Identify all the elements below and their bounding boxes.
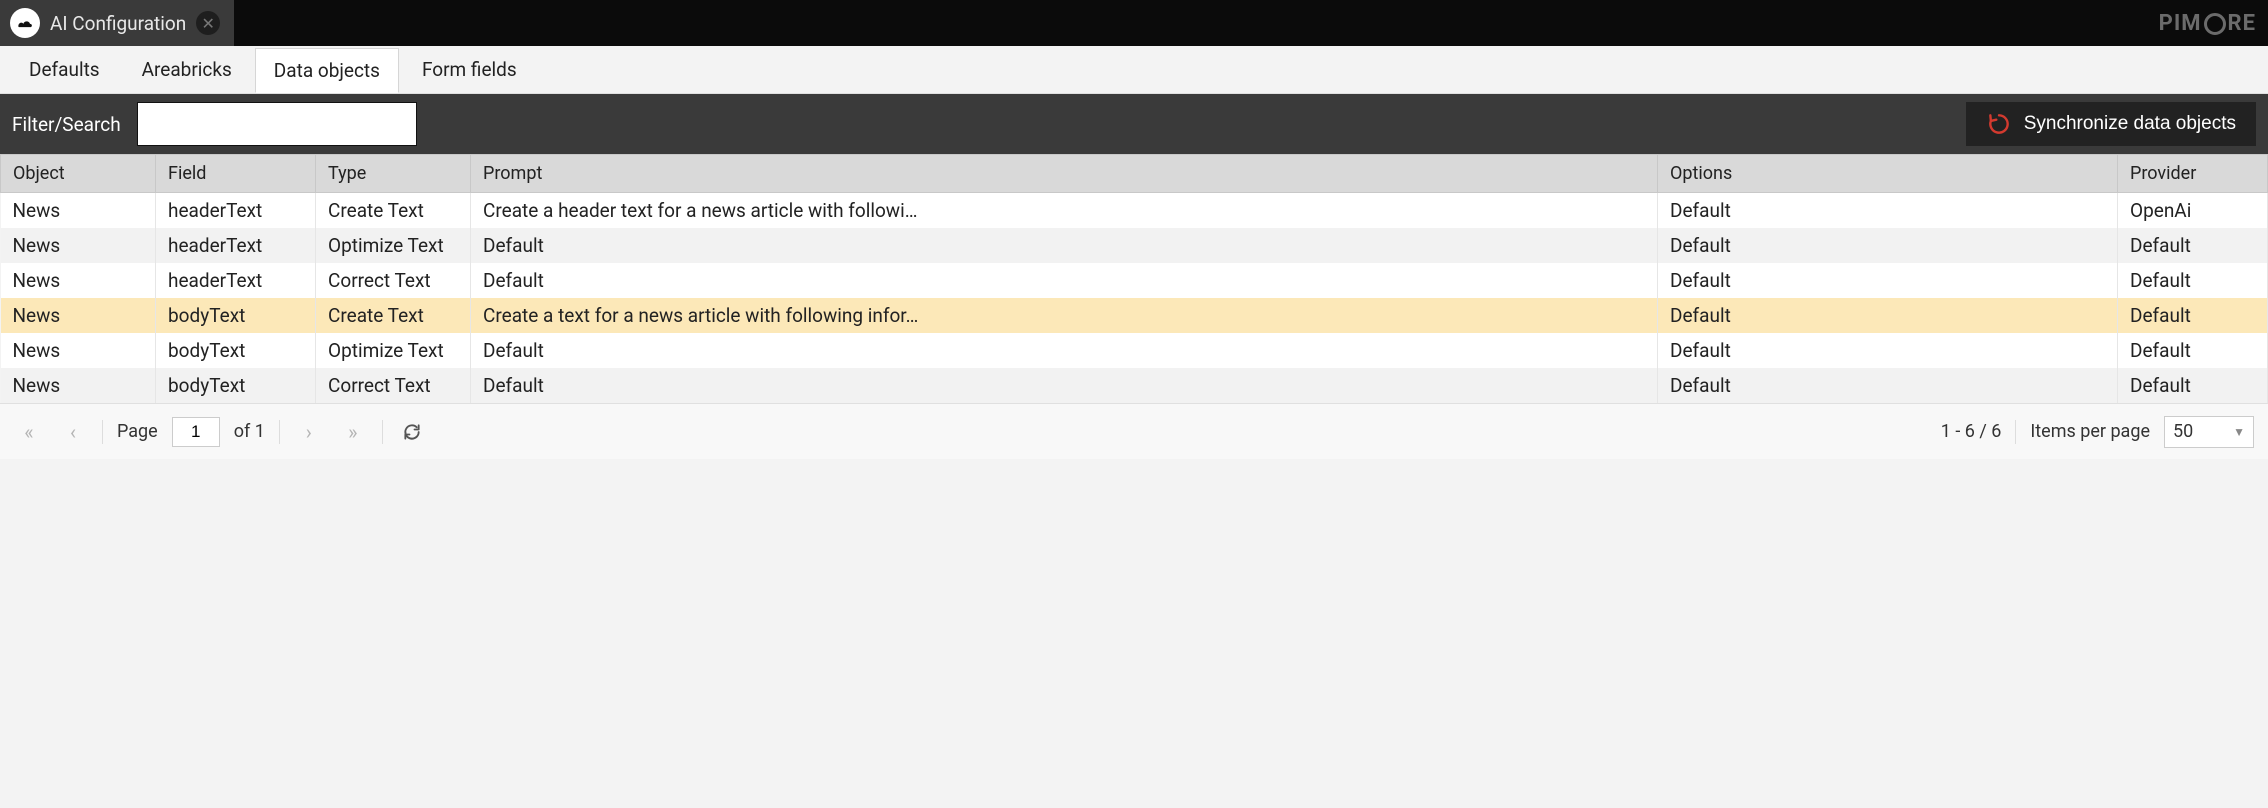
toolbar: Filter/Search Synchronize data objects (0, 94, 2268, 154)
cell-provider: Default (2118, 333, 2268, 368)
cell-object: News (1, 193, 156, 229)
cell-object: News (1, 298, 156, 333)
cell-type: Optimize Text (316, 228, 471, 263)
column-header-field[interactable]: Field (156, 155, 316, 193)
range-label: 1 - 6 / 6 (1941, 421, 2002, 442)
cell-prompt: Default (471, 368, 1658, 403)
synchronize-button[interactable]: Synchronize data objects (1966, 102, 2256, 146)
cell-type: Correct Text (316, 263, 471, 298)
page-of-label: of 1 (234, 421, 265, 442)
window-tab-title: AI Configuration (50, 12, 186, 35)
cell-field: bodyText (156, 368, 316, 403)
window-tab-ai-configuration[interactable]: AI Configuration ✕ (0, 0, 234, 46)
cell-prompt: Create a header text for a news article … (471, 193, 1658, 229)
cell-provider: OpenAi (2118, 193, 2268, 229)
app-icon (10, 8, 40, 38)
paging-bar: « ‹ Page of 1 › » 1 - 6 / 6 Items per pa… (0, 403, 2268, 459)
next-page-button[interactable]: › (294, 417, 324, 447)
items-per-page-select[interactable]: 50 ▼ (2164, 416, 2254, 448)
cell-object: News (1, 263, 156, 298)
prev-page-button[interactable]: ‹ (58, 417, 88, 447)
separator (382, 420, 383, 444)
items-per-page-label: Items per page (2030, 421, 2150, 442)
cell-options: Default (1658, 263, 2118, 298)
cell-prompt: Create a text for a news article with fo… (471, 298, 1658, 333)
cell-field: headerText (156, 263, 316, 298)
cell-field: headerText (156, 193, 316, 229)
table-row[interactable]: NewsbodyTextOptimize TextDefaultDefaultD… (1, 333, 2268, 368)
table-row[interactable]: NewsheaderTextCreate TextCreate a header… (1, 193, 2268, 229)
separator (279, 420, 280, 444)
table-row[interactable]: NewsheaderTextCorrect TextDefaultDefault… (1, 263, 2268, 298)
cell-object: News (1, 368, 156, 403)
cell-options: Default (1658, 298, 2118, 333)
separator (102, 420, 103, 444)
separator (2015, 420, 2016, 444)
cell-options: Default (1658, 193, 2118, 229)
cell-field: bodyText (156, 333, 316, 368)
cell-type: Create Text (316, 193, 471, 229)
cell-type: Optimize Text (316, 333, 471, 368)
column-header-prompt[interactable]: Prompt (471, 155, 1658, 193)
cell-provider: Default (2118, 228, 2268, 263)
cell-prompt: Default (471, 333, 1658, 368)
cell-field: bodyText (156, 298, 316, 333)
column-header-type[interactable]: Type (316, 155, 471, 193)
last-page-button[interactable]: » (338, 417, 368, 447)
cell-type: Create Text (316, 298, 471, 333)
table-header-row: ObjectFieldTypePromptOptionsProvider (1, 155, 2268, 193)
cell-prompt: Default (471, 263, 1658, 298)
column-header-object[interactable]: Object (1, 155, 156, 193)
cell-options: Default (1658, 228, 2118, 263)
table-row[interactable]: NewsbodyTextCreate TextCreate a text for… (1, 298, 2268, 333)
tab-defaults[interactable]: Defaults (10, 47, 119, 92)
cell-provider: Default (2118, 298, 2268, 333)
cell-provider: Default (2118, 368, 2268, 403)
cell-provider: Default (2118, 263, 2268, 298)
window-tabs: AI Configuration ✕ (0, 0, 234, 46)
data-table: ObjectFieldTypePromptOptionsProvider New… (0, 154, 2268, 403)
items-per-page-value: 50 (2173, 421, 2193, 442)
brand-o-icon (2204, 13, 2226, 35)
brand-text-suffix: RE (2228, 11, 2256, 36)
chevron-down-icon: ▼ (2233, 425, 2245, 439)
first-page-button[interactable]: « (14, 417, 44, 447)
table-row[interactable]: NewsheaderTextOptimize TextDefaultDefaul… (1, 228, 2268, 263)
cell-object: News (1, 228, 156, 263)
sub-tab-bar: DefaultsAreabricksData objectsForm field… (0, 46, 2268, 94)
sync-icon (1986, 111, 2012, 137)
refresh-button[interactable] (397, 417, 427, 447)
cell-prompt: Default (471, 228, 1658, 263)
search-input[interactable] (137, 102, 417, 146)
table-row[interactable]: NewsbodyTextCorrect TextDefaultDefaultDe… (1, 368, 2268, 403)
brand-text-prefix: PIM (2159, 11, 2202, 36)
brand-logo: PIM RE (2159, 11, 2256, 36)
tab-form-fields[interactable]: Form fields (403, 47, 536, 92)
tab-data-objects[interactable]: Data objects (255, 48, 399, 93)
tab-areabricks[interactable]: Areabricks (123, 47, 251, 92)
cell-type: Correct Text (316, 368, 471, 403)
title-bar: AI Configuration ✕ PIM RE (0, 0, 2268, 46)
close-tab-button[interactable]: ✕ (196, 11, 220, 35)
page-label: Page (117, 421, 158, 442)
cell-options: Default (1658, 368, 2118, 403)
cell-object: News (1, 333, 156, 368)
cell-field: headerText (156, 228, 316, 263)
page-input[interactable] (172, 417, 220, 447)
synchronize-label: Synchronize data objects (2024, 113, 2236, 135)
refresh-icon (402, 422, 422, 442)
column-header-options[interactable]: Options (1658, 155, 2118, 193)
column-header-provider[interactable]: Provider (2118, 155, 2268, 193)
cell-options: Default (1658, 333, 2118, 368)
filter-label: Filter/Search (12, 113, 121, 136)
